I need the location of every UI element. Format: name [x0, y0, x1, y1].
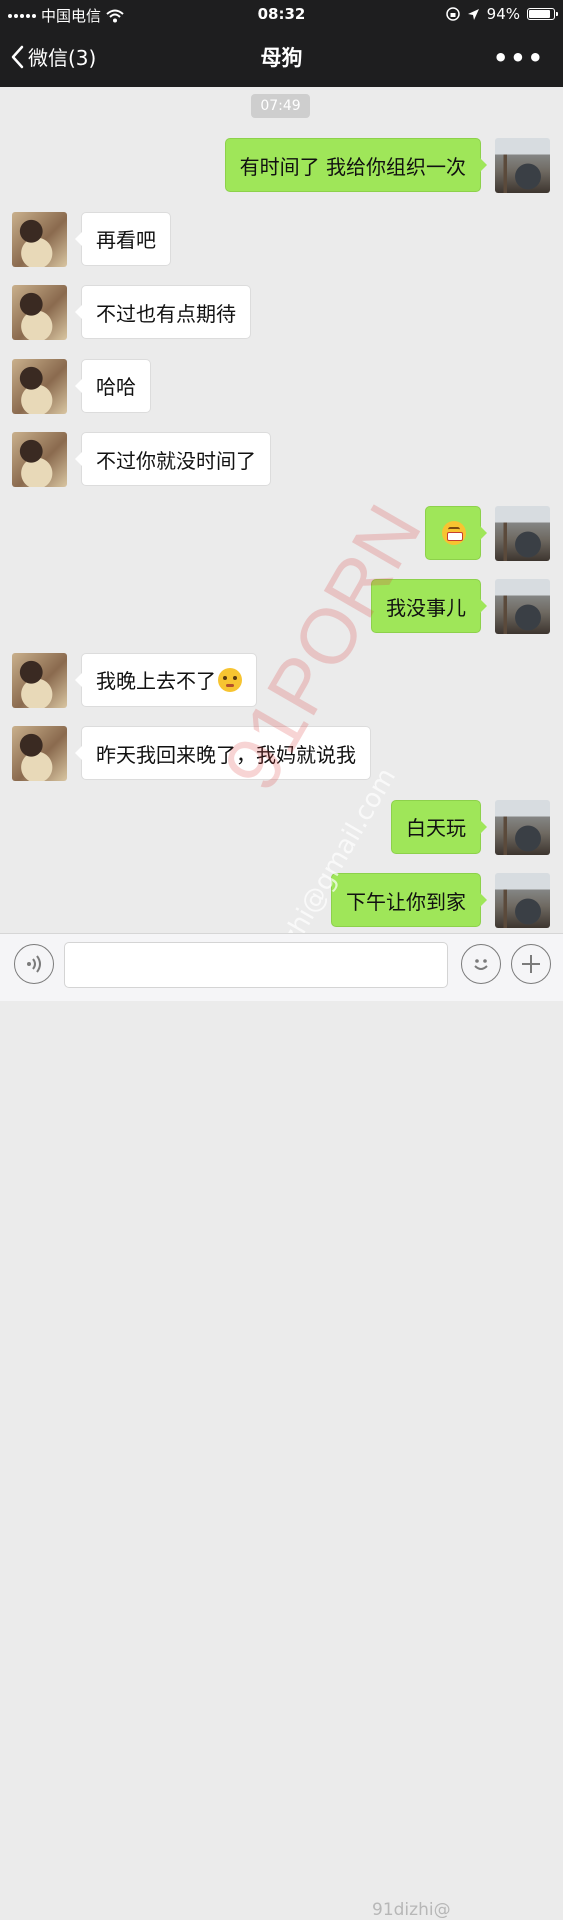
incoming-message: 再看吧: [0, 211, 563, 268]
outgoing-message: 我没事儿: [0, 579, 563, 635]
message-bubble[interactable]: 不过也有点期待: [75, 285, 251, 339]
message-text: 下午让你到家: [346, 889, 466, 914]
message-text: 哈哈: [96, 375, 136, 399]
incoming-message: 我晚上去不了: [0, 652, 563, 709]
message-bubble[interactable]: 昨天我回来晚了，我妈就说我: [75, 726, 371, 780]
more-actions-button[interactable]: [511, 944, 551, 984]
incoming-message: 不过你就没时间了: [0, 432, 563, 488]
status-right: 94%: [445, 5, 558, 23]
plus-icon: [522, 955, 540, 973]
message-bubble[interactable]: 我没事儿: [371, 579, 487, 633]
message-text: 再看吧: [96, 228, 156, 252]
more-button[interactable]: •••: [493, 44, 545, 72]
my-avatar[interactable]: [495, 138, 550, 193]
my-avatar[interactable]: [495, 505, 550, 561]
message-bubble[interactable]: 再看吧: [75, 211, 171, 266]
message-text: 我晚上去不了: [96, 669, 216, 693]
message-text: 不过你就没时间了: [96, 448, 256, 473]
chat-area[interactable]: 07:49 有时间了 我给你组织一次再看吧不过也有点期待 哈哈不过你就没时间了我没…: [0, 87, 563, 933]
outgoing-message: 下午让你到家: [0, 873, 563, 929]
incoming-message: 昨天我回来晚了，我妈就说我: [0, 726, 563, 782]
battery-icon: [527, 8, 558, 20]
my-avatar[interactable]: [495, 873, 550, 928]
my-avatar[interactable]: [495, 579, 550, 634]
battery-percent: 94%: [486, 5, 520, 23]
message-timestamp: 07:49: [251, 94, 310, 118]
chat-title: 母狗: [260, 46, 303, 70]
message-bubble[interactable]: 我晚上去不了: [75, 652, 257, 707]
contact-avatar[interactable]: [12, 652, 67, 708]
orientation-lock-icon: [445, 7, 460, 21]
emoji-button[interactable]: [461, 944, 501, 984]
contact-avatar[interactable]: [12, 285, 67, 340]
message-text: 有时间了 我给你组织一次: [239, 154, 466, 179]
sad-emoji-icon: [218, 667, 242, 692]
outgoing-message: 白天玩: [0, 799, 563, 856]
message-text: 白天玩: [406, 816, 466, 840]
message-bubble[interactable]: 不过你就没时间了: [75, 432, 271, 486]
contact-avatar[interactable]: [12, 726, 67, 781]
contact-avatar[interactable]: [12, 211, 67, 267]
contact-avatar[interactable]: [12, 432, 67, 487]
outgoing-message: [0, 505, 563, 562]
location-icon: [467, 8, 479, 20]
message-bubble[interactable]: [425, 505, 487, 560]
input-bar: 91dizhi@: [0, 933, 563, 1920]
contact-avatar[interactable]: [12, 358, 67, 414]
nav-bar: 微信(3) 母狗 •••: [0, 30, 563, 87]
incoming-message: 不过也有点期待: [0, 285, 563, 341]
watermark-bottom: 91dizhi@: [372, 1900, 451, 1920]
message-bubble[interactable]: 哈哈: [75, 358, 151, 413]
message-text: 昨天我回来晚了，我妈就说我: [96, 742, 356, 767]
message-text: 不过也有点期待: [96, 301, 236, 326]
message-bubble[interactable]: 下午让你到家: [331, 873, 487, 927]
status-bar: 中国电信 08:32 94%: [0, 0, 563, 30]
message-bubble[interactable]: 白天玩: [391, 799, 487, 854]
message-bubble[interactable]: 有时间了 我给你组织一次: [224, 138, 488, 192]
smiley-icon: [474, 959, 488, 970]
my-avatar[interactable]: [495, 799, 550, 855]
message-text: 我没事儿: [386, 595, 466, 620]
grin-emoji-icon: [442, 520, 466, 545]
incoming-message: 哈哈: [0, 358, 563, 415]
battery-fill: [529, 10, 550, 18]
outgoing-message: 有时间了 我给你组织一次: [0, 138, 563, 194]
message-input[interactable]: [64, 942, 448, 988]
voice-input-button[interactable]: [14, 944, 54, 984]
voice-icon: [27, 955, 41, 973]
